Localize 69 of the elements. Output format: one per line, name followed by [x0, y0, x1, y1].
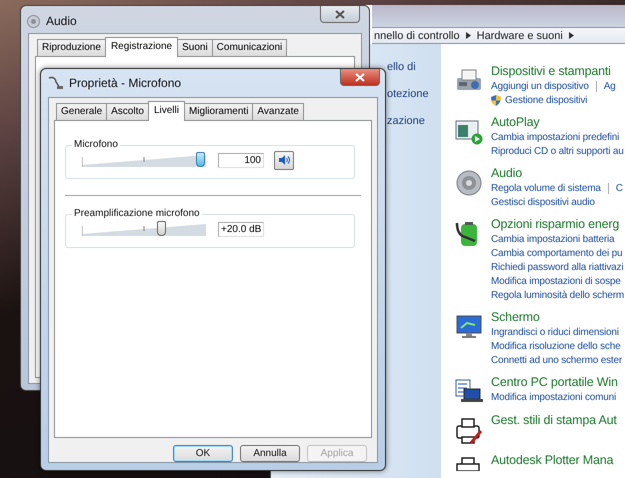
tab[interactable]: Ascolto [106, 103, 149, 120]
close-button[interactable] [320, 6, 360, 23]
printer-pen-icon [455, 417, 483, 445]
breadcrumb-item[interactable]: Hardware e suoni [476, 30, 563, 42]
task-link[interactable]: Modifica impostazioni comuni [491, 392, 616, 402]
shield-icon [491, 94, 501, 106]
window-title: Audio [46, 14, 77, 28]
category-title-link[interactable]: AutoPlay [491, 115, 624, 130]
task-link[interactable]: Regola volume di sistema [491, 182, 601, 194]
task-link[interactable]: Cambia comportamento dei pu [491, 248, 622, 258]
chevron-right-icon[interactable] [466, 32, 471, 40]
tab[interactable]: Suoni [177, 39, 213, 56]
category-title-link[interactable]: Gest. stili di stampa Aut [491, 413, 617, 428]
task-link[interactable]: Ingrandisci o riduci dimensioni [491, 326, 619, 338]
task-link[interactable]: Gestisci dispositivi audio [491, 196, 595, 208]
address-bar[interactable]: nnello di controllo Hardware e suoni [372, 27, 625, 44]
chevron-right-icon[interactable] [568, 32, 574, 40]
task-link[interactable]: Richiedi password alla riattivazi [491, 262, 624, 272]
printer-icon [455, 457, 483, 471]
speaker-icon [278, 154, 290, 166]
category-title-link[interactable]: Dispositivi e stampanti [491, 64, 616, 79]
category-title-link[interactable]: Schermo [491, 310, 622, 325]
value-field[interactable]: 100 [218, 152, 264, 168]
category-title-link[interactable]: Opzioni risparmio energ [491, 217, 624, 232]
level-slider[interactable] [82, 219, 206, 239]
mute-button[interactable] [274, 150, 294, 170]
monitor-icon [455, 314, 483, 340]
task-link[interactable]: Cambia impostazioni batteria [491, 234, 614, 244]
group-label: Preamplificazione microfono [72, 208, 202, 219]
task-link[interactable]: Connetti ad uno schermo ester [491, 354, 622, 366]
slider-thumb[interactable] [157, 221, 166, 236]
level-slider[interactable] [82, 150, 206, 170]
value-field[interactable]: +20.0 dB [218, 222, 264, 236]
task-link[interactable]: Ag [604, 80, 616, 92]
tab[interactable]: Generale [56, 103, 108, 120]
navigation-link[interactable]: otezione [387, 88, 441, 100]
microphone-icon [47, 76, 63, 90]
slider-thumb[interactable] [196, 152, 205, 167]
category-title-link[interactable]: Centro PC portatile Win [491, 375, 618, 390]
navigation-link[interactable]: ello di [387, 61, 441, 73]
task-link[interactable]: Gestione dispositivi [505, 94, 588, 106]
speaker-icon [27, 14, 40, 28]
task-link[interactable]: Modifica impostazioni di sospe [491, 276, 621, 286]
laptop-checklist-icon [455, 379, 483, 405]
dialog-button[interactable]: OK [173, 445, 233, 462]
close-icon [355, 72, 365, 82]
category-title-link[interactable]: Autodesk Plotter Mana [491, 453, 614, 468]
speaker-icon [455, 170, 483, 196]
tab[interactable]: Registrazione [104, 37, 178, 57]
window-title: Proprietà - Microfono [69, 76, 182, 90]
tab[interactable]: Riproduzione [37, 39, 106, 56]
close-icon [335, 10, 345, 18]
tab[interactable]: Avanzate [252, 103, 304, 120]
task-link[interactable]: C [616, 182, 623, 194]
task-link[interactable]: Aggiungi un dispositivo [491, 80, 589, 92]
close-button[interactable] [340, 69, 380, 86]
task-link[interactable]: Riproduci CD o altri supporti au [491, 146, 624, 156]
group-label: Microfono [72, 139, 120, 150]
task-link[interactable]: Modifica risoluzione dello sche [491, 340, 620, 352]
dialog-button[interactable]: Annulla [240, 445, 300, 462]
breadcrumb-item[interactable]: nnello di controllo [374, 30, 460, 42]
navigation-link[interactable]: zazione [387, 115, 441, 127]
category-title-link[interactable]: Audio [491, 166, 623, 181]
tab[interactable]: Miglioramenti [184, 103, 254, 120]
tab[interactable]: Livelli [148, 101, 185, 121]
task-link[interactable]: Regola luminosità dello scherm [491, 290, 624, 300]
window-play-icon [455, 119, 483, 145]
tab[interactable]: Comunicazioni [212, 39, 288, 56]
task-link[interactable]: Cambia impostazioni predefini [491, 132, 620, 142]
